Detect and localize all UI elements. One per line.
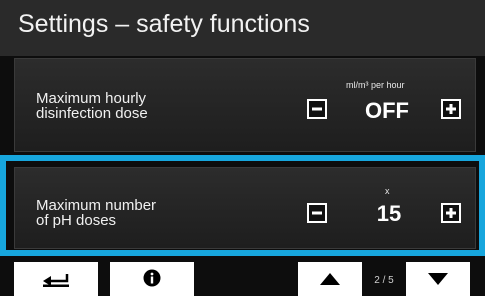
- minus-icon: [312, 107, 322, 111]
- plus-icon: [446, 208, 456, 218]
- minus-icon: [312, 211, 322, 215]
- setting-unit: x: [385, 186, 390, 196]
- back-button[interactable]: [14, 262, 98, 296]
- navigation-bar: [0, 262, 485, 296]
- page-indicator: 2 / 5: [374, 275, 394, 286]
- setting-label-line1: Maximum hourly: [36, 90, 147, 107]
- triangle-up-icon: [320, 273, 340, 285]
- ph-doses-value: 15: [376, 201, 402, 226]
- decrease-disinfection-dose-button[interactable]: [307, 99, 327, 119]
- setting-label-line1: Maximum number: [36, 197, 157, 214]
- info-icon: [143, 269, 161, 287]
- setting-label-line2: of pH doses: [36, 212, 117, 229]
- page-title: Settings – safety functions: [18, 10, 310, 38]
- setting-label-line2: disinfection dose: [36, 105, 148, 122]
- disinfection-dose-value: OFF: [365, 98, 409, 123]
- decrease-ph-doses-button[interactable]: [307, 203, 327, 223]
- setting-unit: ml/m³ per hour: [346, 80, 405, 90]
- increase-disinfection-dose-button[interactable]: [441, 99, 461, 119]
- triangle-down-icon: [428, 273, 448, 285]
- info-button[interactable]: [110, 262, 194, 296]
- plus-icon: [446, 104, 456, 114]
- title-bar: Settings – safety functions: [0, 0, 485, 56]
- scroll-down-button[interactable]: [406, 262, 470, 296]
- increase-ph-doses-button[interactable]: [441, 203, 461, 223]
- return-arrow-icon: [43, 274, 69, 287]
- scroll-up-button[interactable]: [298, 262, 362, 296]
